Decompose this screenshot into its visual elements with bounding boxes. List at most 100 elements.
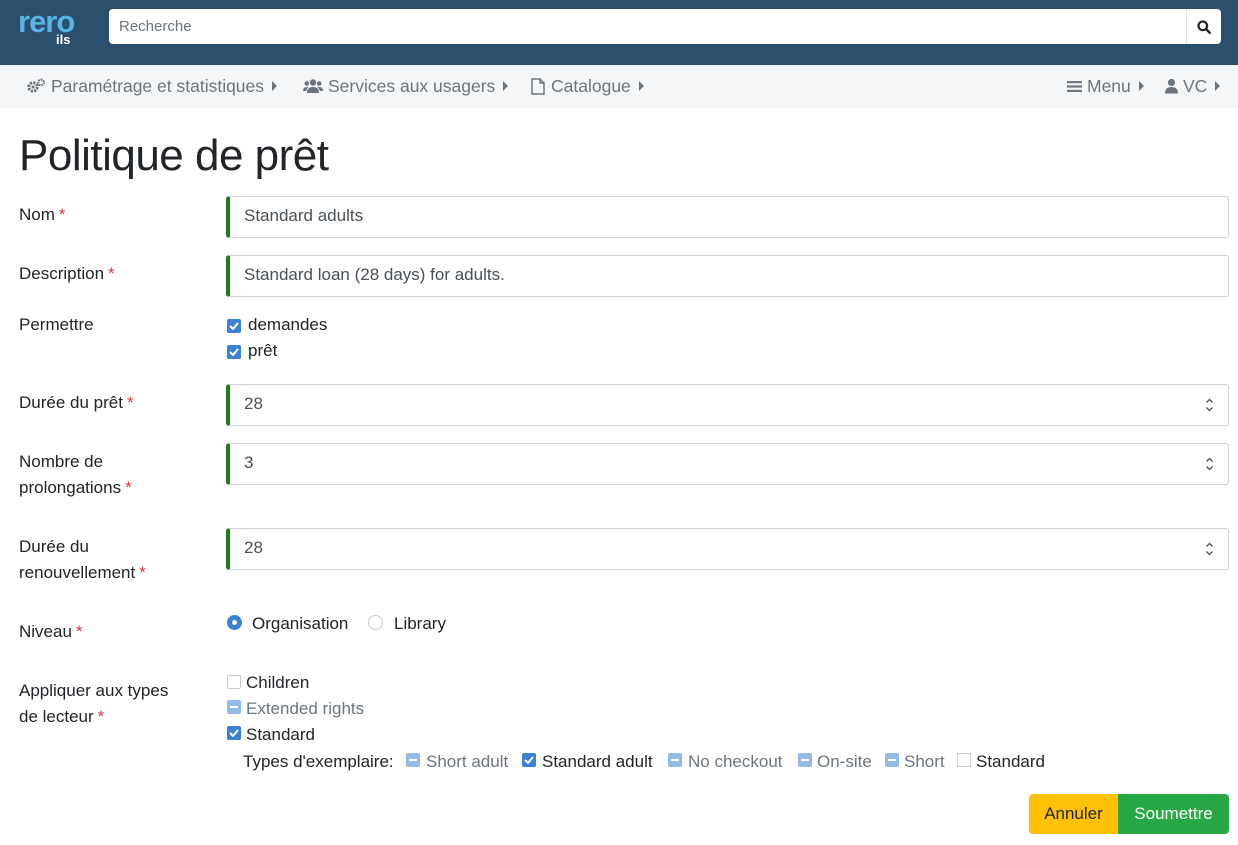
allow-checkout-checkbox[interactable] — [227, 345, 241, 359]
item-type-standard-adult-label: Standard adult — [542, 752, 653, 771]
user-icon — [1165, 78, 1178, 94]
renewals-label-line1: Nombre de — [19, 452, 104, 471]
nav-patrons-label: Services aux usagers — [328, 75, 496, 96]
nav-settings-label: Paramétrage et statistiques — [51, 75, 265, 96]
description-field[interactable]: Standard loan (28 days) for adults. — [226, 255, 1229, 297]
caret-right-icon — [1138, 81, 1144, 91]
level-label: Niveau * — [19, 619, 83, 645]
page-title: Politique de prêt — [19, 131, 329, 180]
top-header: rero ils — [0, 0, 1238, 65]
patron-type-standard-checkbox[interactable] — [227, 726, 241, 740]
spinner-arrows-icon[interactable] — [1205, 540, 1214, 558]
nav-user-label: VC — [1183, 75, 1208, 96]
item-type-standard-label: Standard — [976, 752, 1045, 771]
search-button[interactable] — [1186, 9, 1221, 44]
name-label-text: Nom — [19, 205, 55, 224]
nav-menu-label: Menu — [1087, 75, 1131, 96]
patron-type-extended-label: Extended rights — [246, 699, 365, 718]
renewal-duration-label: Durée du renouvellement * — [19, 534, 146, 586]
name-label: Nom * — [19, 202, 66, 228]
level-library-radio[interactable] — [368, 615, 383, 630]
search-bar — [109, 9, 1221, 44]
spinner-arrows-icon[interactable] — [1205, 396, 1214, 414]
level-organisation-radio[interactable] — [227, 615, 242, 630]
item-type-on-site-checkbox[interactable] — [798, 753, 812, 767]
check-icon — [229, 322, 239, 330]
item-type-short-adult-label: Short adult — [426, 752, 509, 771]
item-types-label: Types d'exemplaire: — [243, 752, 394, 771]
bars-icon — [1067, 80, 1082, 93]
spinner-arrows-icon[interactable] — [1205, 455, 1214, 473]
allow-requests-checkbox[interactable] — [227, 319, 241, 333]
patron-types-label: Appliquer aux types de lecteur * — [19, 678, 168, 730]
renewal-duration-label-line1: Durée du — [19, 537, 89, 556]
item-type-short-adult-checkbox[interactable] — [406, 753, 420, 767]
patron-type-children-label: Children — [246, 673, 310, 692]
name-field[interactable]: Standard adults — [226, 196, 1229, 238]
item-type-no-checkout-checkbox[interactable] — [668, 753, 682, 767]
description-label: Description * — [19, 261, 115, 287]
logo-sub-text: ils — [56, 32, 71, 47]
item-type-standard-adult-checkbox[interactable] — [522, 753, 536, 767]
item-type-short-checkbox[interactable] — [885, 753, 899, 767]
patron-types-label-line2: de lecteur — [19, 707, 94, 726]
cancel-button[interactable]: Annuler — [1029, 794, 1118, 834]
checkout-duration-field[interactable]: 28 — [226, 384, 1229, 426]
search-input[interactable] — [109, 9, 1186, 44]
nav-menu[interactable]: Menu — [1067, 75, 1144, 97]
renewal-duration-label-line2: renouvellement — [19, 563, 136, 582]
check-icon — [229, 348, 239, 356]
nav-catalog[interactable]: Catalogue — [530, 75, 644, 97]
main-nav: Paramétrage et statistiques Services aux… — [0, 65, 1238, 108]
required-mark: * — [97, 707, 105, 726]
required-mark: * — [125, 478, 132, 497]
required-mark: * — [58, 205, 66, 224]
allow-label: Permettre — [19, 315, 94, 334]
submit-button[interactable]: Soumettre — [1118, 794, 1229, 834]
level-library-label: Library — [394, 614, 446, 633]
level-label-text: Niveau — [19, 622, 72, 641]
caret-right-icon — [1215, 81, 1221, 91]
rero-ils-logo[interactable]: rero ils — [18, 4, 88, 52]
patron-type-children-checkbox[interactable] — [227, 675, 241, 689]
renewals-field[interactable]: 3 — [226, 443, 1229, 485]
required-mark: * — [126, 393, 134, 412]
checkout-duration-label-text: Durée du prêt — [19, 393, 123, 412]
cogs-icon — [27, 78, 46, 94]
name-value: Standard adults — [244, 206, 364, 225]
caret-right-icon — [503, 81, 509, 91]
description-value: Standard loan (28 days) for adults. — [244, 265, 505, 284]
nav-catalog-label: Catalogue — [551, 75, 631, 96]
users-icon — [303, 78, 323, 94]
check-icon — [229, 729, 239, 737]
renewal-duration-value: 28 — [244, 538, 263, 557]
required-mark: * — [139, 563, 146, 582]
patron-types-label-line1: Appliquer aux types — [19, 681, 169, 700]
item-type-on-site-label: On-site — [817, 752, 872, 771]
nav-settings[interactable]: Paramétrage et statistiques — [27, 75, 278, 97]
check-icon — [524, 756, 534, 764]
required-mark: * — [108, 264, 115, 283]
required-mark: * — [75, 622, 83, 641]
renewals-label: Nombre de prolongations * — [19, 449, 132, 501]
search-icon — [1197, 19, 1211, 34]
file-icon — [530, 77, 546, 95]
item-type-no-checkout-label: No checkout — [688, 752, 783, 771]
patron-type-standard-label: Standard — [246, 725, 315, 744]
checkout-duration-value: 28 — [244, 394, 263, 413]
caret-right-icon — [272, 81, 278, 91]
item-type-short-label: Short — [904, 752, 945, 771]
renewals-value: 3 — [244, 453, 254, 472]
nav-patrons[interactable]: Services aux usagers — [303, 75, 509, 97]
description-label-text: Description — [19, 264, 105, 283]
nav-user[interactable]: VC — [1165, 75, 1221, 97]
checkout-duration-label: Durée du prêt * — [19, 390, 134, 416]
level-organisation-label: Organisation — [252, 614, 349, 633]
patron-type-extended-checkbox[interactable] — [227, 700, 241, 714]
allow-requests-label: demandes — [248, 315, 328, 334]
allow-checkout-label: prêt — [248, 341, 278, 360]
renewal-duration-field[interactable]: 28 — [226, 528, 1229, 570]
item-type-standard-checkbox[interactable] — [957, 753, 971, 767]
caret-right-icon — [638, 81, 644, 91]
renewals-label-line2: prolongations — [19, 478, 122, 497]
